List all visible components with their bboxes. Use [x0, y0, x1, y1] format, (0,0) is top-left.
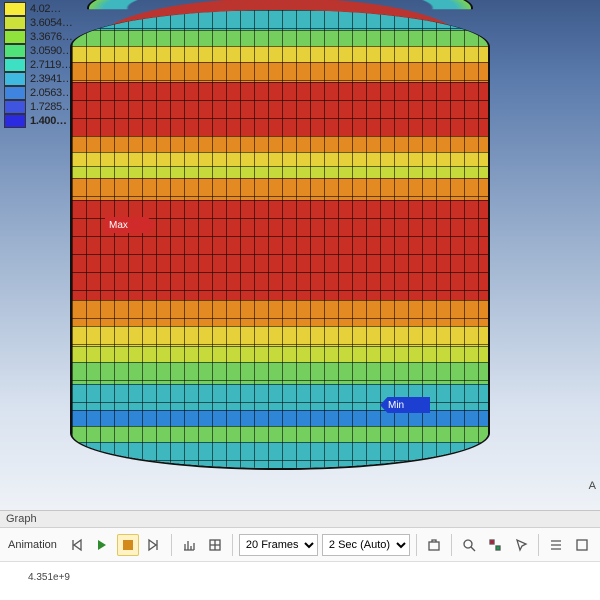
separator [171, 534, 172, 556]
step-back-icon [69, 538, 83, 552]
legend-row: 1.7285… [4, 100, 73, 114]
max-marker[interactable]: Max [105, 217, 155, 233]
legend-label: 1.7285… [30, 101, 73, 113]
legend-label: 3.3676… [30, 31, 73, 43]
model-viewport[interactable]: 4.02… 3.6054… 3.3676… 3.0590… 2.7119… 2.… [0, 0, 600, 510]
legend-row: 2.3941… [4, 72, 73, 86]
legend-label: 1.400… [30, 115, 67, 127]
step-forward-button[interactable] [143, 534, 165, 556]
cursor-button[interactable] [510, 534, 532, 556]
separator [451, 534, 452, 556]
max-marker-label: Max [109, 220, 128, 231]
color-legend: 4.02… 3.6054… 3.3676… 3.0590… 2.7119… 2.… [0, 0, 77, 130]
animation-label: Animation [6, 539, 61, 551]
legend-row: 1.400… [4, 114, 73, 128]
legend-label: 3.6054… [30, 17, 73, 29]
stop-button[interactable] [117, 534, 139, 556]
play-icon [98, 540, 106, 550]
fit-button[interactable] [571, 534, 593, 556]
frames-select[interactable]: 20 Frames [239, 534, 318, 556]
legend-row: 3.3676… [4, 30, 73, 44]
zoom-button[interactable] [458, 534, 480, 556]
graph-panel-title: Graph [6, 513, 37, 525]
export-icon [427, 538, 441, 552]
probe-button[interactable] [484, 534, 506, 556]
cursor-icon [514, 538, 528, 552]
min-marker[interactable]: Min [380, 397, 430, 413]
legend-label: 3.0590… [30, 45, 73, 57]
chart-grid-icon [208, 538, 222, 552]
graph-panel-header[interactable]: Graph [0, 510, 600, 528]
probe-icon [488, 538, 502, 552]
legend-label: 2.3941… [30, 73, 73, 85]
animation-toolbar: Animation 20 Frames 2 Sec (Auto) [0, 528, 600, 562]
swatch-icon [4, 30, 26, 44]
legend-row: 2.7119… [4, 58, 73, 72]
chart-grid-button[interactable] [204, 534, 226, 556]
chart-icon [182, 538, 196, 552]
fit-icon [575, 538, 589, 552]
step-back-button[interactable] [65, 534, 87, 556]
zoom-icon [462, 538, 476, 552]
axis-triad-label: A [589, 480, 596, 492]
swatch-icon [4, 100, 26, 114]
legend-row: 3.0590… [4, 44, 73, 58]
separator [416, 534, 417, 556]
legend-label: 2.7119… [30, 59, 72, 71]
chart-mode-button[interactable] [178, 534, 200, 556]
legend-label: 4.02… [30, 3, 61, 15]
swatch-icon [4, 58, 26, 72]
separator [232, 534, 233, 556]
min-marker-label: Min [388, 400, 404, 411]
graph-plot-area[interactable]: 4.351e+9 [0, 562, 600, 600]
swatch-icon [4, 16, 26, 30]
swatch-icon [4, 86, 26, 100]
stop-icon [123, 540, 133, 550]
swatch-icon [4, 72, 26, 86]
step-fwd-icon [147, 538, 161, 552]
legend-label: 2.0563… [30, 87, 73, 99]
legend-row: 2.0563… [4, 86, 73, 100]
list-icon [549, 538, 563, 552]
time-select[interactable]: 2 Sec (Auto) [322, 534, 410, 556]
graph-ytick: 4.351e+9 [28, 572, 70, 583]
play-button[interactable] [91, 534, 113, 556]
separator [538, 534, 539, 556]
legend-row: 4.02… [4, 2, 73, 16]
swatch-icon [4, 2, 26, 16]
swatch-icon [4, 44, 26, 58]
export-button[interactable] [423, 534, 445, 556]
swatch-icon [4, 114, 26, 128]
legend-row: 3.6054… [4, 16, 73, 30]
list-button[interactable] [545, 534, 567, 556]
